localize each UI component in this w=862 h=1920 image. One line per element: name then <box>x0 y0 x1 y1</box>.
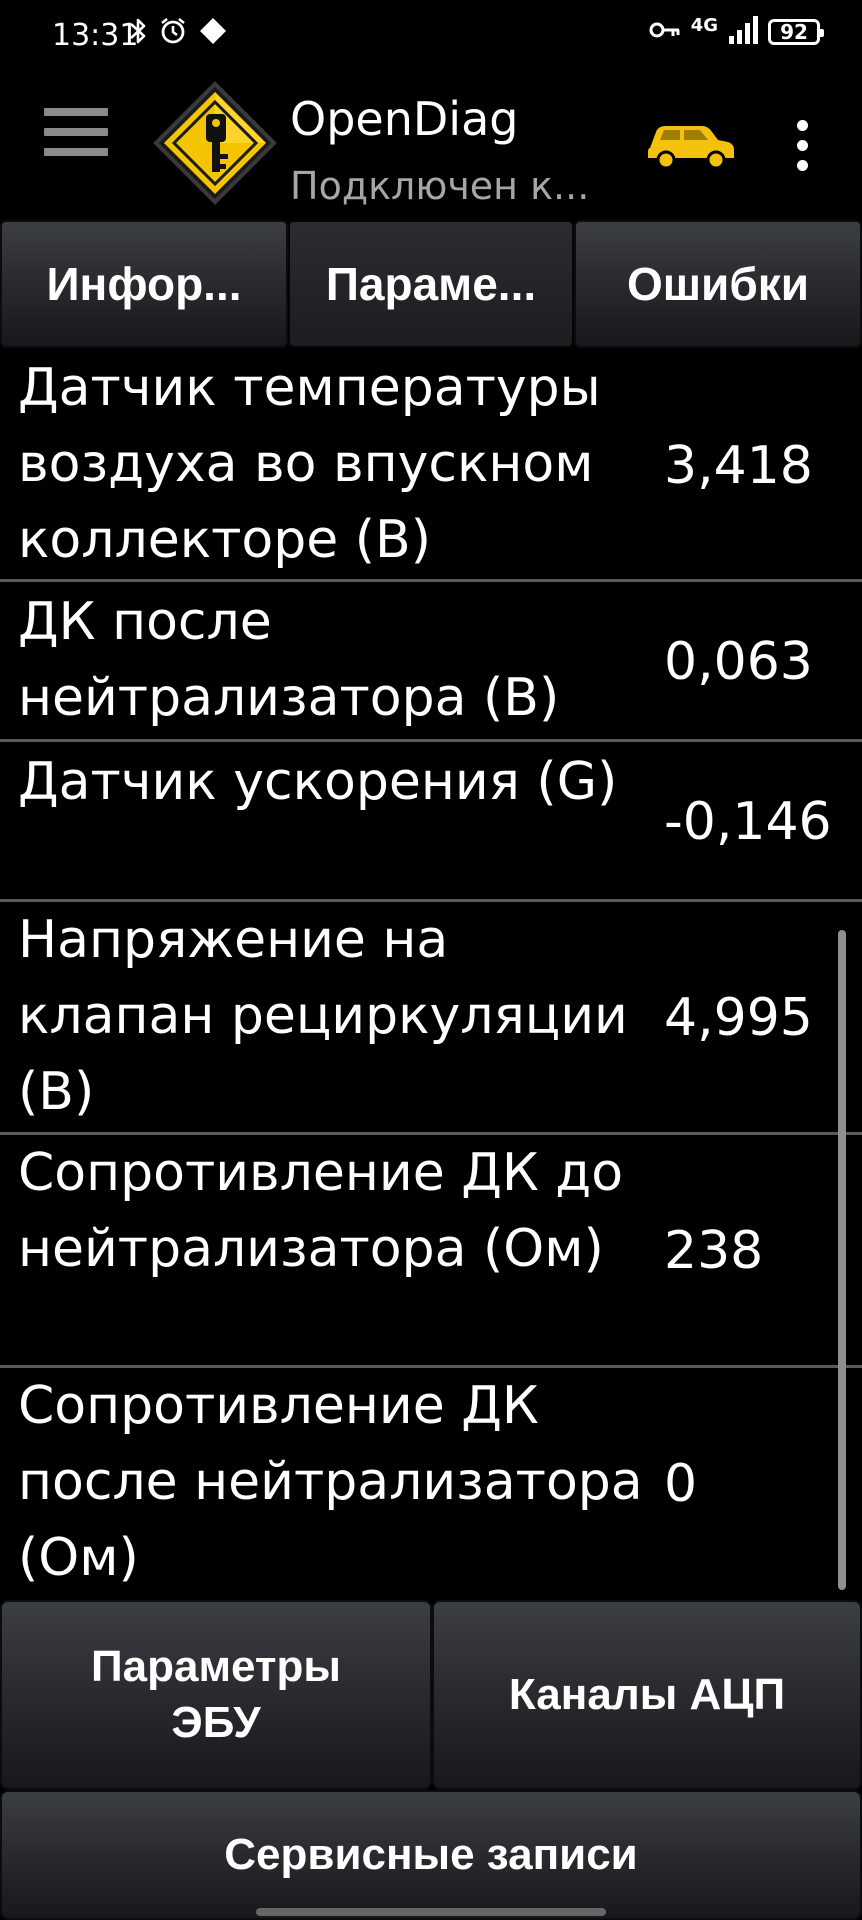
car-icon[interactable] <box>644 118 736 174</box>
bluetooth-icon <box>128 16 148 50</box>
list-item[interactable]: ДК после нейтрализатора (В) 0,063 <box>0 582 862 742</box>
diamond-icon <box>198 16 228 50</box>
param-value: 3,418 <box>664 436 813 496</box>
tab-errors[interactable]: Ошибки <box>574 220 862 348</box>
key-diamond-logo-icon <box>150 78 280 208</box>
service-records-button[interactable]: Сервисные записи <box>0 1790 862 1920</box>
tab-info[interactable]: Инфор... <box>0 220 288 348</box>
tab-bar: Инфор... Параме... Ошибки <box>0 220 862 350</box>
param-value: 238 <box>664 1221 764 1281</box>
more-vertical-icon[interactable] <box>790 120 814 176</box>
battery-level: 92 <box>780 20 808 44</box>
home-indicator[interactable] <box>256 1908 606 1916</box>
signal-icon <box>728 16 758 48</box>
list-item[interactable]: Сопротивление ДК после нейтрализатора (О… <box>0 1368 862 1600</box>
tab-parameters[interactable]: Параме... <box>288 220 574 348</box>
battery-icon: 92 <box>768 19 824 45</box>
network-4g-icon: 4G <box>690 15 718 36</box>
vpn-key-icon <box>649 20 681 44</box>
ecu-params-button[interactable]: Параметры ЭБУ <box>0 1600 432 1790</box>
status-time: 13:31 <box>52 18 139 53</box>
app-title: OpenDiag <box>290 92 519 146</box>
hamburger-menu-icon[interactable] <box>44 108 112 180</box>
adc-channels-button[interactable]: Каналы АЦП <box>432 1600 862 1790</box>
param-value: 0,063 <box>664 632 813 692</box>
param-name: Датчик температуры воздуха во впускном к… <box>18 358 601 570</box>
param-name: Напряжение на клапан рециркуляции (В) <box>18 910 628 1122</box>
connection-status: Подключен к... <box>290 164 590 208</box>
status-bar: 13:31 4G 92 <box>0 0 862 72</box>
list-item[interactable]: Датчик ускорения (G) -0,146 <box>0 742 862 902</box>
ecu-params-label: Параметры ЭБУ <box>91 1642 341 1747</box>
alarm-icon <box>158 16 188 50</box>
param-name: Сопротивление ДК после нейтрализатора (О… <box>18 1376 643 1588</box>
param-name: Сопротивление ДК до нейтрализатора (Ом) <box>18 1143 624 1279</box>
parameter-list[interactable]: Датчик температуры воздуха во впускном к… <box>0 350 862 1600</box>
scrollbar[interactable] <box>838 930 846 1590</box>
param-name: Датчик ускорения (G) <box>18 752 618 812</box>
list-item[interactable]: Сопротивление ДК до нейтрализатора (Ом) … <box>0 1135 862 1368</box>
list-item[interactable]: Напряжение на клапан рециркуляции (В) 4,… <box>0 902 862 1135</box>
list-item[interactable]: Датчик температуры воздуха во впускном к… <box>0 350 862 582</box>
app-bar: OpenDiag Подключен к... <box>0 72 862 220</box>
param-name: ДК после нейтрализатора (В) <box>18 592 560 728</box>
param-value: 4,995 <box>664 988 813 1048</box>
param-value: -0,146 <box>664 792 832 852</box>
param-value: 0 <box>664 1454 698 1514</box>
